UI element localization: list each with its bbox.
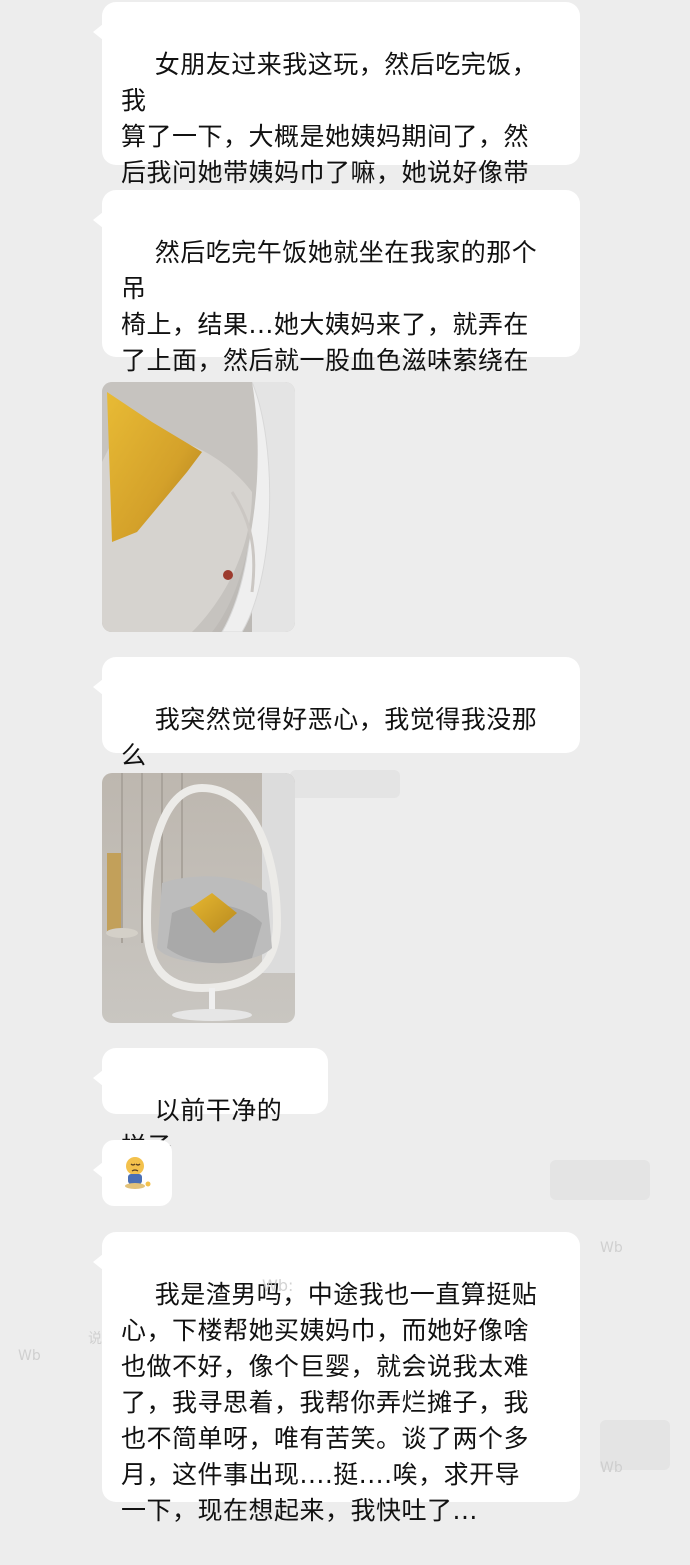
watermark-text: Wb bbox=[600, 1240, 623, 1256]
message-image-hanging-chair[interactable] bbox=[102, 773, 295, 1023]
emoji-bubble[interactable] bbox=[93, 1140, 172, 1206]
blurred-sticker bbox=[550, 1160, 650, 1200]
blurred-sticker bbox=[290, 770, 400, 798]
hanging-chair-photo-icon bbox=[102, 773, 295, 1023]
message-bubble[interactable]: 女朋友过来我这玩，然后吃完饭，我 算了一下，大概是她姨妈期间了，然 后我问她带姨… bbox=[93, 2, 580, 223]
watermark-text: Wb bbox=[18, 1348, 41, 1364]
message-image-stained-cushion[interactable] bbox=[102, 382, 295, 632]
message-bubble[interactable]: 以前干净的样子 bbox=[93, 1048, 328, 1161]
message-text: 我是渣男吗，中途我也一直算挺贴 心，下楼帮她买姨妈巾，而她好像啥 也做不好，像个… bbox=[121, 1280, 538, 1525]
watermark-text: 说 bbox=[88, 1331, 102, 1347]
stained-cushion-photo-icon bbox=[102, 382, 295, 632]
message-bubble[interactable]: 我是渣男吗，中途我也一直算挺贴 心，下楼帮她买姨妈巾，而她好像啥 也做不好，像个… bbox=[93, 1232, 580, 1525]
message-bubble[interactable]: 我突然觉得好恶心，我觉得我没那么 喜欢她了...... bbox=[93, 657, 580, 806]
message-bubble[interactable]: 然后吃完午饭她就坐在我家的那个吊 椅上，结果...她大姨妈来了，就弄在 了上面，… bbox=[93, 190, 580, 411]
chat-area[interactable]: 女朋友过来我这玩，然后吃完饭，我 算了一下，大概是她姨妈期间了，然 后我问她带姨… bbox=[0, 0, 690, 1525]
sad-sitting-emoji-icon bbox=[125, 1157, 151, 1189]
blurred-sticker bbox=[600, 1420, 670, 1470]
